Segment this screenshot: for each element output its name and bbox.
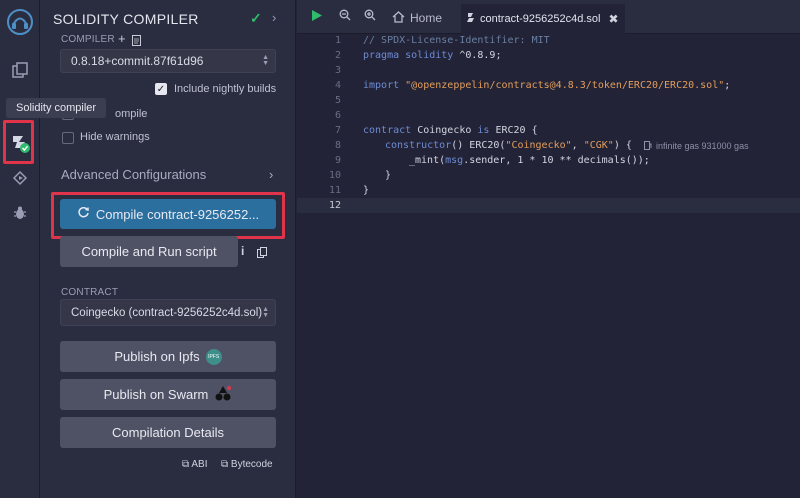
code-text: pragma solidity ^0.8.9; — [363, 50, 502, 61]
debugger-icon[interactable] — [8, 201, 32, 225]
copy-abi-icon: ⧉ — [182, 459, 190, 470]
code-line: 9 _mint(msg.sender, 1 * 10 ** decimals()… — [297, 153, 800, 168]
advanced-configurations[interactable]: Advanced Configurations — [61, 167, 206, 182]
select-arrows-icon: ▲ ▼ — [262, 54, 269, 67]
line-number: 11 — [328, 185, 341, 196]
abi-link[interactable]: ⧉ ABI — [182, 459, 208, 470]
tab-contract-label: contract-9256252c4d.sol — [480, 13, 601, 25]
hide-warnings-label: Hide warnings — [80, 131, 150, 143]
code-line: 5 — [297, 93, 800, 108]
code-line: 7 contract Coingecko is ERC20 { — [297, 123, 800, 138]
hide-warnings-checkbox[interactable] — [62, 132, 74, 144]
compile-run-label: Compile and Run script — [81, 244, 217, 259]
include-nightly-label: Include nightly builds — [174, 83, 277, 95]
contract-value: Coingecko (contract-9256252c4d.sol) — [71, 306, 263, 319]
add-compiler-icon[interactable]: + — [118, 31, 126, 46]
publish-swarm-button[interactable]: Publish on Swarm — [60, 379, 276, 410]
publish-ipfs-button[interactable]: Publish on Ipfs IPFS — [60, 341, 276, 372]
info-icon[interactable]: i — [241, 244, 244, 258]
refresh-icon — [77, 206, 90, 222]
icon-bar — [0, 0, 40, 498]
copy-bytecode-icon: ⧉ — [221, 459, 229, 470]
line-number: 1 — [334, 35, 341, 46]
zoom-out-icon[interactable] — [339, 9, 351, 24]
code-line: 10 } — [297, 168, 800, 183]
code-text: } — [385, 170, 392, 181]
code-text: } — [363, 185, 370, 196]
bytecode-link[interactable]: ⧉ Bytecode — [221, 459, 273, 470]
contract-label: CONTRACT — [61, 287, 119, 298]
publish-ipfs-label: Publish on Ipfs — [114, 349, 200, 364]
code-line: 4 import "@openzeppelin/contracts@4.8.3/… — [297, 78, 800, 93]
code-text: constructor() ERC20("Coingecko", "CGK") … — [385, 140, 632, 151]
line-number: 6 — [334, 110, 341, 121]
code-text: import "@openzeppelin/contracts@4.8.3/to… — [363, 80, 731, 91]
code-line: 1 // SPDX-License-Identifier: MIT — [297, 33, 800, 48]
compiler-panel: SOLIDITY COMPILER ✓ › COMPILER + 0.8.18+… — [40, 0, 296, 498]
code-line: 6 — [297, 108, 800, 123]
auto-compile-label: ompile — [115, 108, 148, 120]
line-number: 12 — [328, 200, 341, 211]
remix-ide: Solidity compiler SOLIDITY COMPILER ✓ › … — [0, 0, 800, 498]
compiler-label: COMPILER — [61, 34, 115, 45]
code-text: // SPDX-License-Identifier: MIT — [363, 35, 550, 46]
zoom-in-icon[interactable] — [364, 9, 376, 24]
compiler-tooltip: Solidity compiler — [6, 98, 107, 118]
home-tab[interactable]: Home — [410, 11, 442, 25]
publish-swarm-label: Publish on Swarm — [103, 387, 209, 402]
line-number: 9 — [334, 155, 341, 166]
compilation-details-button[interactable]: Compilation Details — [60, 417, 276, 448]
advanced-chevron-icon[interactable]: › — [269, 167, 273, 182]
solidity-compiler-icon[interactable] — [8, 131, 32, 155]
close-tab-icon[interactable]: ✖ — [608, 12, 618, 26]
compile-success-icon: ✓ — [250, 10, 262, 26]
include-nightly-checkbox[interactable]: ✓ — [155, 83, 167, 95]
line-number: 5 — [334, 95, 341, 106]
code-text: contract Coingecko is ERC20 { — [363, 125, 538, 136]
deploy-run-icon[interactable] — [8, 166, 32, 190]
remix-logo-icon[interactable] — [6, 8, 34, 36]
code-line-current: 12 — [297, 198, 800, 213]
editor: Home contract-9256252c4d.sol ✖ 1 // SPDX… — [297, 0, 800, 498]
line-number: 8 — [334, 140, 341, 151]
copy-icon[interactable] — [257, 245, 267, 263]
line-number: 10 — [328, 170, 341, 181]
compile-run-button[interactable]: Compile and Run script — [60, 236, 238, 267]
chevron-right-icon[interactable]: › — [272, 10, 276, 25]
swarm-icon — [214, 385, 232, 404]
compiler-version-value: 0.8.18+commit.87f61d96 — [71, 54, 204, 68]
compiler-version-select[interactable]: 0.8.18+commit.87f61d96 ▲ ▼ — [60, 49, 276, 73]
code-line: 2 pragma solidity ^0.8.9; — [297, 48, 800, 63]
line-number: 2 — [334, 50, 341, 61]
run-icon[interactable] — [311, 9, 323, 27]
code-line: 8 constructor() ERC20("Coingecko", "CGK"… — [297, 138, 800, 153]
file-explorer-icon[interactable] — [8, 58, 32, 82]
solidity-file-icon — [467, 12, 475, 26]
bytecode-label: Bytecode — [230, 459, 273, 470]
gas-pump-icon — [644, 141, 652, 153]
panel-title: SOLIDITY COMPILER — [53, 11, 199, 27]
line-number: 4 — [334, 80, 341, 91]
tab-bar: Home contract-9256252c4d.sol ✖ — [297, 0, 800, 34]
abi-label: ABI — [191, 459, 208, 470]
tab-contract[interactable]: contract-9256252c4d.sol ✖ — [461, 4, 625, 34]
compile-button[interactable]: Compile contract-9256252... — [60, 199, 276, 229]
ipfs-icon: IPFS — [205, 348, 222, 365]
code-line: 11 } — [297, 183, 800, 198]
line-number: 7 — [334, 125, 341, 136]
gas-estimate: infinite gas 931000 gas — [656, 140, 749, 151]
contract-select[interactable]: Coingecko (contract-9256252c4d.sol) ▲ ▼ — [60, 299, 276, 326]
compilation-details-label: Compilation Details — [112, 425, 224, 440]
contract-arrows-icon: ▲ ▼ — [262, 305, 269, 319]
code-line: 3 — [297, 63, 800, 78]
compile-button-label: Compile contract-9256252... — [95, 206, 260, 222]
home-icon[interactable] — [392, 11, 405, 26]
line-number: 3 — [334, 65, 341, 76]
code-text: _mint(msg.sender, 1 * 10 ** decimals()); — [409, 155, 650, 166]
